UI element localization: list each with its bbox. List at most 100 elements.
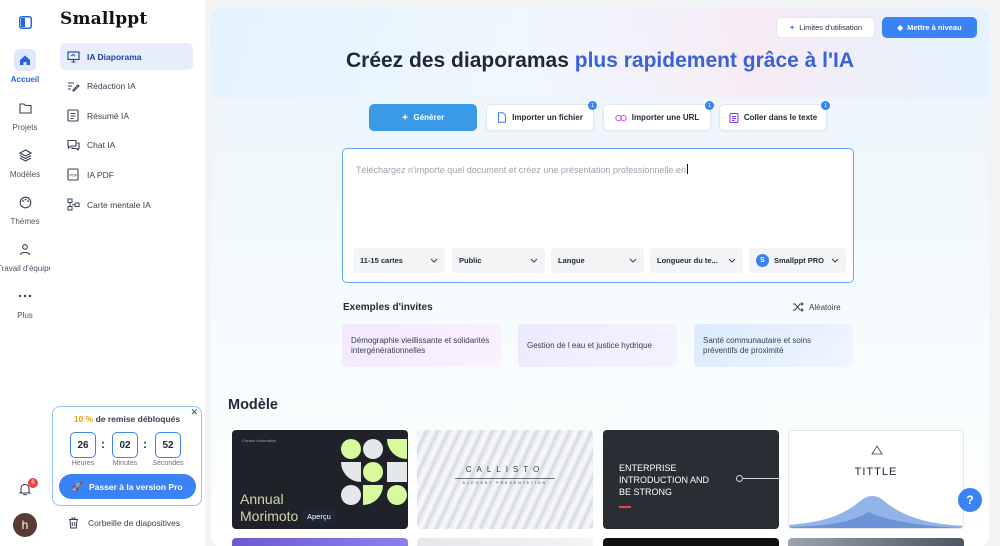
- usage-limits-button[interactable]: ✦ Limites d'utilisation: [776, 17, 875, 38]
- more-icon: [14, 285, 36, 307]
- promo-percent: 10 %: [73, 414, 94, 424]
- random-button[interactable]: Aléatoire: [792, 302, 841, 312]
- sidebar-item-ia-diaporama[interactable]: IA Diaporama: [60, 43, 193, 70]
- example-prompt-card[interactable]: Gestion de l eau et justice hydrique: [518, 324, 677, 367]
- rail-item-travail[interactable]: Travail d'équipe: [0, 238, 53, 273]
- rail-item-plus[interactable]: Plus: [0, 285, 50, 320]
- discount-promo-card: ✕ 10 % de remise débloqués 26 : 02 : 52 …: [52, 406, 202, 506]
- select-value: 11-15 cartes: [360, 256, 403, 265]
- sidebar-item-ia-pdf[interactable]: PDF IA PDF: [60, 161, 193, 188]
- sidebar-item-carte-mentale[interactable]: Carte mentale IA: [60, 191, 193, 218]
- hero-title: Créez des diaporamas plus rapidement grâ…: [211, 49, 989, 73]
- chevron-down-icon: [530, 256, 538, 265]
- tab-label: Coller dans le texte: [743, 113, 818, 122]
- select-cartes[interactable]: 11-15 cartes: [353, 248, 445, 273]
- promo-title-text: de remise débloqués: [93, 414, 181, 424]
- trash-label: Corbeille de diapositives: [88, 518, 181, 528]
- presentation-icon: [66, 50, 80, 64]
- tab-coller-texte[interactable]: Coller dans le texte: [719, 104, 827, 131]
- template-subtitle: ELEGANT PRESENTATION: [463, 481, 547, 485]
- avatar[interactable]: h: [13, 513, 37, 537]
- home-icon: [14, 49, 36, 71]
- file-icon: [497, 112, 507, 123]
- random-label: Aléatoire: [809, 302, 841, 312]
- template-title: TITTLE: [854, 466, 898, 478]
- template-card[interactable]: [232, 538, 408, 546]
- template-card[interactable]: [417, 538, 593, 546]
- template-card[interactable]: [788, 538, 964, 546]
- template-divider: [455, 478, 555, 479]
- tab-generer[interactable]: ✦ Générer: [369, 104, 477, 131]
- template-card[interactable]: TITTLE: [788, 430, 964, 529]
- prompt-input[interactable]: Téléchargez n'importe quel document et c…: [356, 164, 688, 175]
- chevron-down-icon: [831, 256, 839, 265]
- tab-label: Générer: [413, 113, 445, 122]
- countdown-separator: :: [101, 437, 105, 451]
- hours-label: Heures: [71, 460, 95, 467]
- template-line: [743, 478, 779, 479]
- select-value: Langue: [558, 256, 585, 265]
- select-model[interactable]: S Smallppt PRO: [749, 248, 846, 273]
- upgrade-pro-button[interactable]: 🚀 Passer à la version Pro: [59, 474, 196, 499]
- template-title: CALLISTO: [465, 465, 545, 474]
- tab-badge: 1: [705, 101, 714, 110]
- trash-icon: [69, 517, 78, 529]
- text-caret: [686, 164, 688, 174]
- rail-label: Thèmes: [10, 217, 40, 226]
- rail-item-modeles[interactable]: Modèles: [0, 144, 50, 179]
- template-pattern: [341, 439, 407, 505]
- rail-item-accueil[interactable]: Accueil: [0, 49, 50, 84]
- rail-label: Modèles: [9, 170, 41, 179]
- main-panel: ✦ Limites d'utilisation ◆ Mettre à nivea…: [211, 8, 989, 546]
- rail-item-themes[interactable]: Thèmes: [0, 191, 50, 226]
- example-prompt-text: Gestion de l eau et justice hydrique: [527, 340, 652, 350]
- template-title: Morimoto: [240, 508, 299, 524]
- rail-label: Travail d'équipe: [0, 264, 53, 273]
- example-prompt-card[interactable]: Santé communautaire et soins préventifs …: [694, 324, 853, 367]
- layers-icon: [14, 144, 36, 166]
- select-public[interactable]: Public: [452, 248, 545, 273]
- template-card[interactable]: ENTERPRISE INTRODUCTION AND BE STRONG: [603, 430, 779, 529]
- sidebar-toggle-icon[interactable]: [19, 16, 32, 34]
- template-card[interactable]: CALLISTO ELEGANT PRESENTATION: [417, 430, 593, 529]
- example-prompt-card[interactable]: Démographie vieillissante et solidarités…: [342, 324, 501, 367]
- hero-title-part1: Créez des diaporamas: [345, 49, 575, 72]
- app-logo[interactable]: Smallppt: [60, 9, 147, 29]
- preview-badge[interactable]: Aperçu: [302, 509, 336, 523]
- folder-icon: [14, 97, 36, 119]
- sidebar-item-chat-ia[interactable]: Chat IA: [60, 131, 193, 158]
- template-accent: [619, 506, 631, 508]
- template-card[interactable]: [603, 538, 779, 546]
- mountain-illustration: [789, 496, 963, 528]
- tab-importer-url[interactable]: Importer une URL: [603, 104, 711, 131]
- upgrade-button[interactable]: ◆ Mettre à niveau: [882, 17, 977, 38]
- select-longueur[interactable]: Longueur du te...: [650, 248, 743, 273]
- tab-badge: 1: [821, 101, 830, 110]
- tab-label: Importer une URL: [631, 113, 700, 122]
- promo-title: 10 % de remise débloqués: [53, 414, 201, 424]
- countdown-hours: 26: [70, 432, 96, 458]
- sparkle-icon: ✦: [788, 23, 796, 32]
- minutes-label: Minutes: [112, 460, 138, 467]
- sidebar-item-resume-ia[interactable]: Résumé IA: [60, 102, 193, 129]
- template-card[interactable]: Creator information Annual Morimoto Aper…: [232, 430, 408, 529]
- smallppt-logo-icon: S: [756, 254, 769, 267]
- select-langue[interactable]: Langue: [551, 248, 644, 273]
- icon-rail: Accueil Projets Modèles Thèmes Travail d…: [0, 0, 53, 546]
- usage-limits-label: Limites d'utilisation: [799, 23, 862, 32]
- tab-importer-fichier[interactable]: Importer un fichier: [486, 104, 594, 131]
- template-small-text: Creator information: [242, 438, 277, 443]
- rocket-icon: 🚀: [72, 481, 84, 491]
- prompt-box[interactable]: Téléchargez n'importe quel document et c…: [342, 148, 854, 283]
- rail-item-projets[interactable]: Projets: [0, 97, 50, 132]
- pdf-icon: PDF: [66, 168, 80, 182]
- example-prompt-text: Santé communautaire et soins préventifs …: [703, 335, 812, 355]
- seconds-label: Secondes: [152, 460, 184, 467]
- select-value: Public: [459, 256, 482, 265]
- sidebar-item-redaction-ia[interactable]: Rédaction IA: [60, 72, 193, 99]
- template-title: INTRODUCTION AND: [619, 475, 709, 485]
- sidebar-item-label: Résumé IA: [87, 110, 130, 121]
- palette-icon: [14, 191, 36, 213]
- trash-link[interactable]: Corbeille de diapositives: [68, 517, 180, 529]
- help-button[interactable]: ?: [958, 488, 982, 512]
